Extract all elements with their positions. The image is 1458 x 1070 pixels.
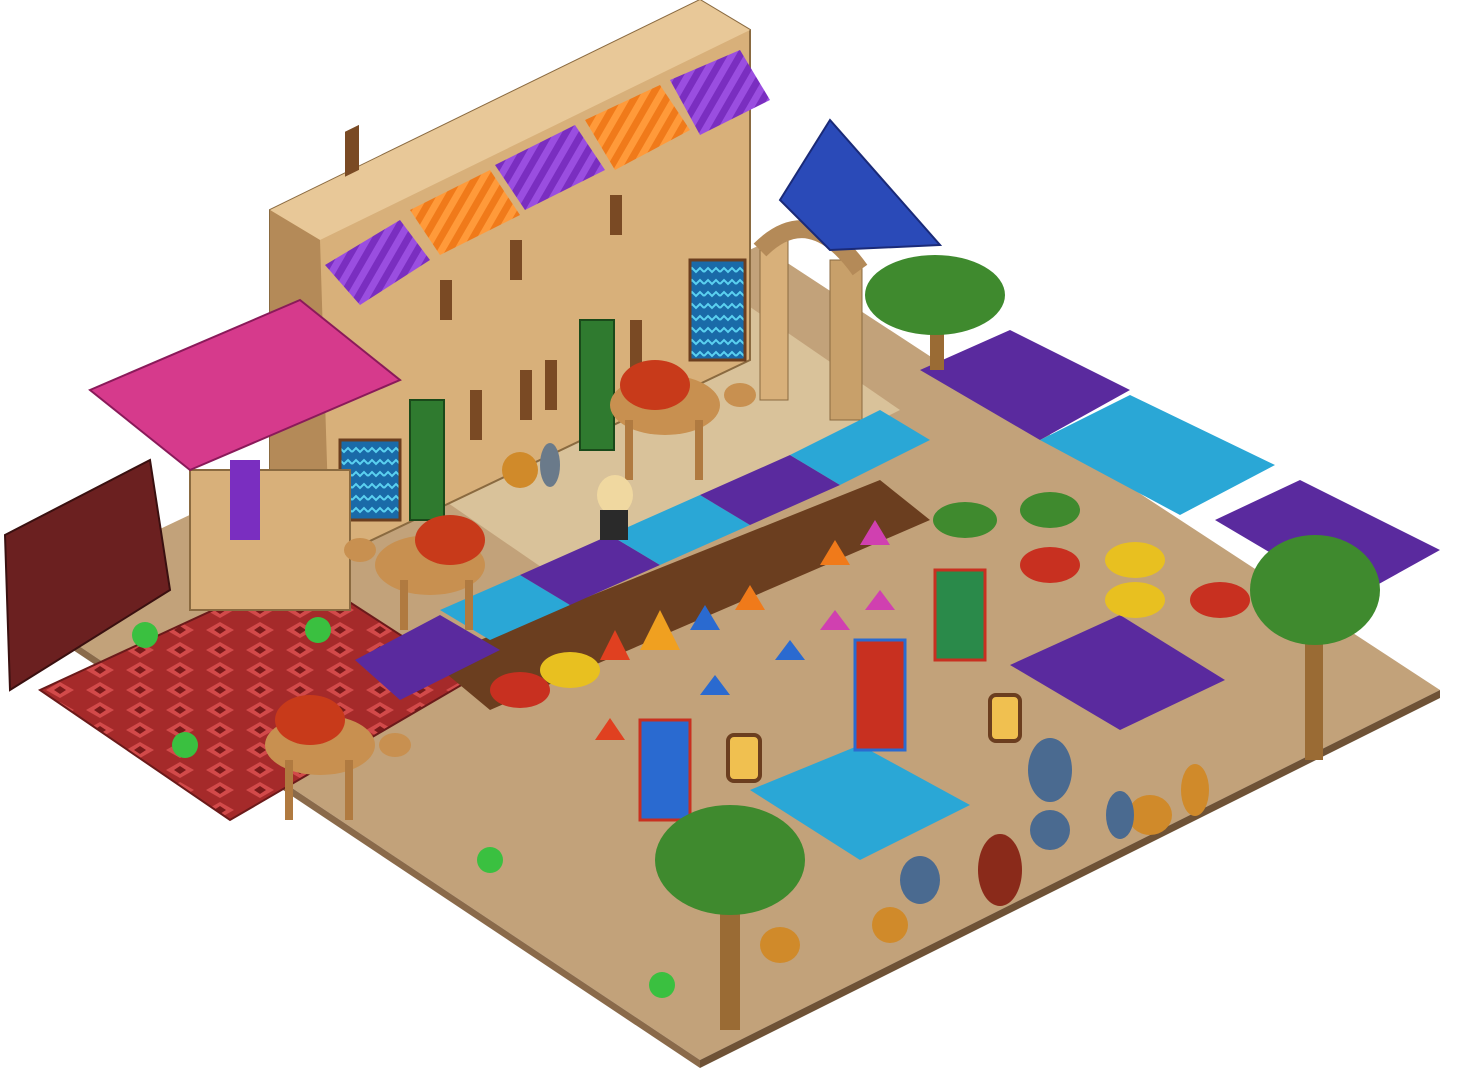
- fruit-basket-icon[interactable]: [1105, 542, 1165, 578]
- rug-roll-icon[interactable]: [933, 568, 987, 662]
- window-1: [345, 124, 359, 177]
- fruit-basket-icon[interactable]: [490, 672, 550, 708]
- pottery-vase-icon[interactable]: [872, 907, 908, 943]
- lantern-icon[interactable]: [726, 733, 762, 783]
- avatar-icon[interactable]: [597, 475, 633, 540]
- pottery-vase-icon[interactable]: [1181, 764, 1209, 816]
- pavilion-base: [189, 469, 351, 611]
- window-7: [510, 240, 522, 280]
- rug-roll-icon[interactable]: [853, 638, 907, 752]
- hookah-icon[interactable]: [172, 732, 198, 758]
- pottery-vase-icon[interactable]: [978, 834, 1022, 906]
- pottery-vase-icon[interactable]: [1106, 791, 1134, 839]
- pottery-vase-icon[interactable]: [1030, 810, 1070, 850]
- lantern-icon[interactable]: [988, 693, 1022, 743]
- hookah-icon[interactable]: [477, 847, 503, 873]
- pavilion-curtain: [230, 460, 260, 540]
- window-8: [610, 195, 622, 235]
- fruit-basket-icon[interactable]: [1020, 492, 1080, 528]
- pottery-vase-icon[interactable]: [760, 927, 800, 963]
- arch-pillar-left: [759, 239, 789, 401]
- fruit-basket-icon[interactable]: [1105, 582, 1165, 618]
- green-door-left[interactable]: [409, 399, 445, 521]
- green-door-right[interactable]: [579, 319, 615, 451]
- bazaar-room-scene[interactable]: [0, 0, 1458, 1070]
- window-2: [470, 390, 482, 440]
- window-3: [520, 370, 532, 420]
- hookah-icon[interactable]: [132, 622, 158, 648]
- hookah-icon[interactable]: [649, 972, 675, 998]
- hookah-icon[interactable]: [305, 617, 331, 643]
- window-4: [545, 360, 557, 410]
- fruit-basket-icon[interactable]: [933, 502, 997, 538]
- pottery-vase-icon[interactable]: [502, 452, 538, 488]
- pottery-vase-icon[interactable]: [1028, 738, 1072, 802]
- rug-roll-icon[interactable]: [638, 718, 692, 822]
- fruit-basket-icon[interactable]: [540, 652, 600, 688]
- pottery-vase-icon[interactable]: [540, 443, 560, 487]
- window-6: [440, 280, 452, 320]
- pottery-vase-icon[interactable]: [900, 856, 940, 904]
- fruit-basket-icon[interactable]: [1190, 582, 1250, 618]
- fruit-basket-icon[interactable]: [1020, 547, 1080, 583]
- arch-pillar-right: [829, 259, 863, 421]
- zigzag-tapestry-right[interactable]: [688, 258, 747, 362]
- pottery-vase-icon[interactable]: [1128, 795, 1172, 835]
